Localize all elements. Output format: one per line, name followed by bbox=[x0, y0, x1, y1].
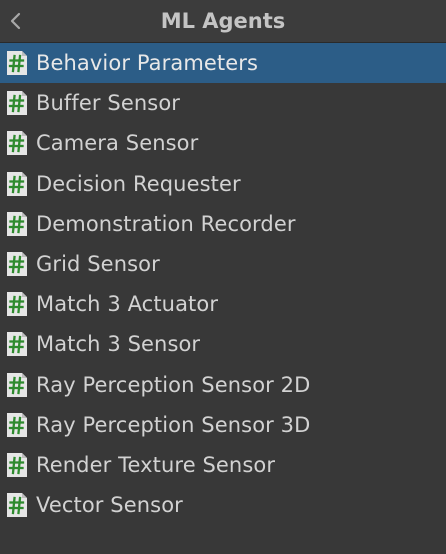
csharp-script-icon bbox=[7, 211, 27, 236]
list-item-demonstration-recorder[interactable]: Demonstration Recorder bbox=[0, 204, 446, 244]
list-item-label: Demonstration Recorder bbox=[36, 211, 296, 236]
list-item-decision-requester[interactable]: Decision Requester bbox=[0, 164, 446, 204]
list-item-label: Render Texture Sensor bbox=[36, 452, 276, 477]
list-item-ray-perception-sensor-2d[interactable]: Ray Perception Sensor 2D bbox=[0, 365, 446, 405]
list-item-label: Vector Sensor bbox=[36, 493, 183, 518]
list-item-label: Match 3 Actuator bbox=[36, 292, 219, 317]
list-item-label: Match 3 Sensor bbox=[36, 332, 201, 357]
list-item-label: Ray Perception Sensor 3D bbox=[36, 412, 311, 437]
list-item-label: Camera Sensor bbox=[36, 131, 199, 156]
panel-title: ML Agents bbox=[160, 9, 286, 33]
list-item-label: Decision Requester bbox=[36, 171, 241, 196]
list-item-buffer-sensor[interactable]: Buffer Sensor bbox=[0, 83, 446, 123]
list-item-match-3-actuator[interactable]: Match 3 Actuator bbox=[0, 284, 446, 324]
panel-header: ML Agents bbox=[0, 0, 446, 43]
csharp-script-icon bbox=[7, 292, 27, 317]
csharp-script-icon bbox=[7, 412, 27, 437]
list-item-ray-perception-sensor-3d[interactable]: Ray Perception Sensor 3D bbox=[0, 405, 446, 445]
list-item-grid-sensor[interactable]: Grid Sensor bbox=[0, 244, 446, 284]
add-component-panel: ML Agents Behavior Parameters Buffer Sen… bbox=[0, 0, 446, 554]
list-item-label: Buffer Sensor bbox=[36, 91, 181, 116]
list-item-label: Grid Sensor bbox=[36, 252, 160, 277]
list-item-match-3-sensor[interactable]: Match 3 Sensor bbox=[0, 324, 446, 364]
csharp-script-icon bbox=[7, 452, 27, 477]
csharp-script-icon bbox=[7, 171, 27, 196]
csharp-script-icon bbox=[7, 372, 27, 397]
list-item-vector-sensor[interactable]: Vector Sensor bbox=[0, 485, 446, 525]
list-item-behavior-parameters[interactable]: Behavior Parameters bbox=[0, 43, 446, 84]
csharp-script-icon bbox=[7, 493, 27, 518]
csharp-script-icon bbox=[7, 51, 27, 76]
list-item-camera-sensor[interactable]: Camera Sensor bbox=[0, 123, 446, 163]
csharp-script-icon bbox=[7, 332, 27, 357]
list-item-label: Behavior Parameters bbox=[36, 51, 259, 76]
list-item-render-texture-sensor[interactable]: Render Texture Sensor bbox=[0, 445, 446, 485]
csharp-script-icon bbox=[7, 91, 27, 116]
csharp-script-icon bbox=[7, 131, 27, 156]
csharp-script-icon bbox=[7, 252, 27, 277]
list-item-label: Ray Perception Sensor 2D bbox=[36, 372, 311, 397]
component-list: Behavior Parameters Buffer Sensor Camera… bbox=[0, 43, 446, 525]
